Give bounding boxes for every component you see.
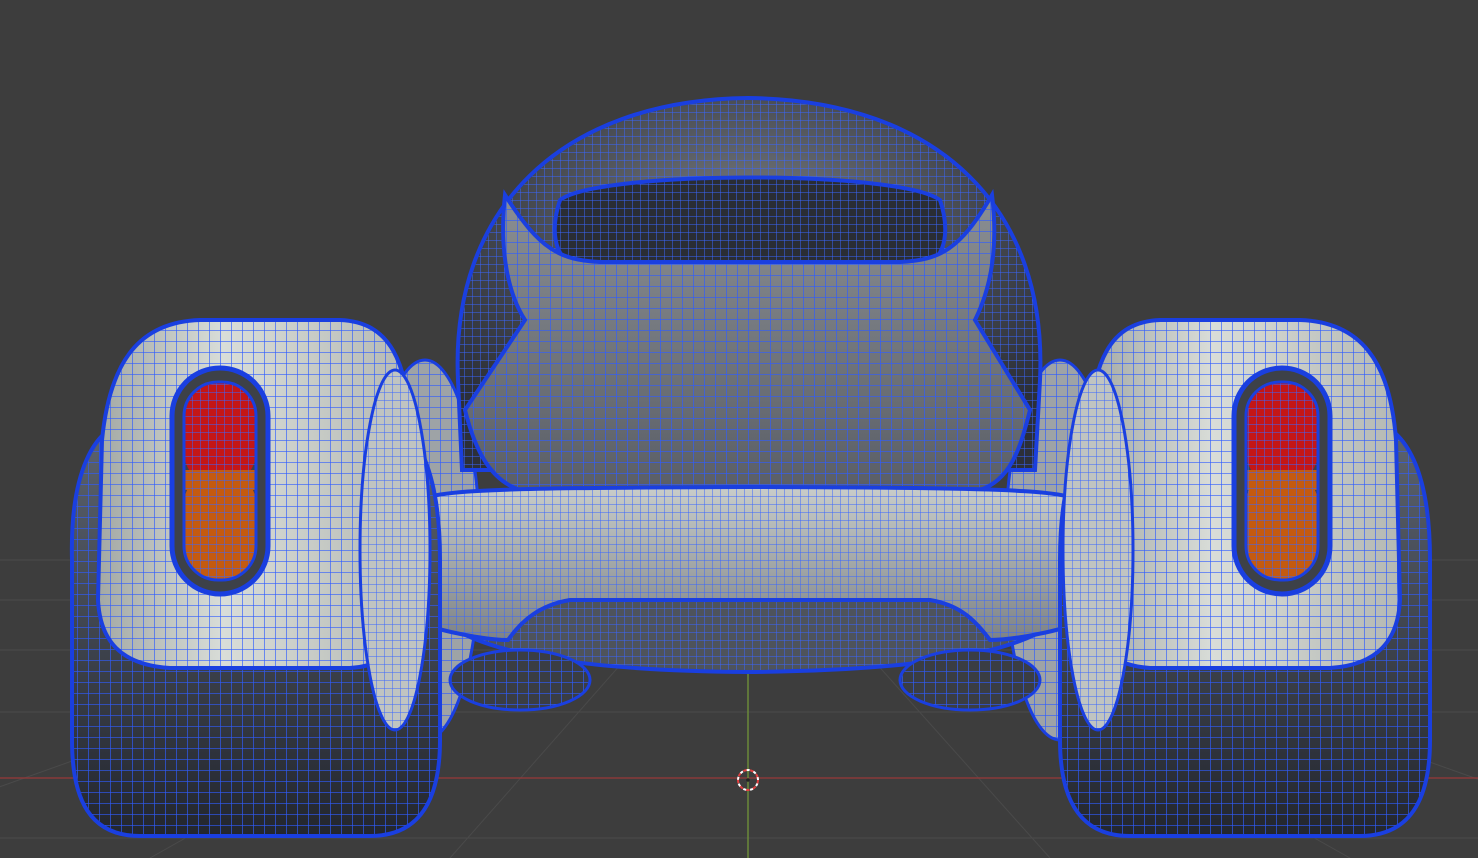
3d-viewport[interactable] [0, 0, 1478, 858]
wheel-disc-right [1061, 368, 1135, 732]
rear-window[interactable] [552, 175, 948, 264]
underbody-bulge-right [898, 648, 1042, 712]
tail-light-right[interactable] [1231, 365, 1333, 597]
tail-light-left[interactable] [169, 365, 271, 597]
underbody-bulge-left [448, 648, 592, 712]
wheel-disc-left [358, 368, 432, 732]
viewport-scene[interactable] [0, 0, 1478, 858]
